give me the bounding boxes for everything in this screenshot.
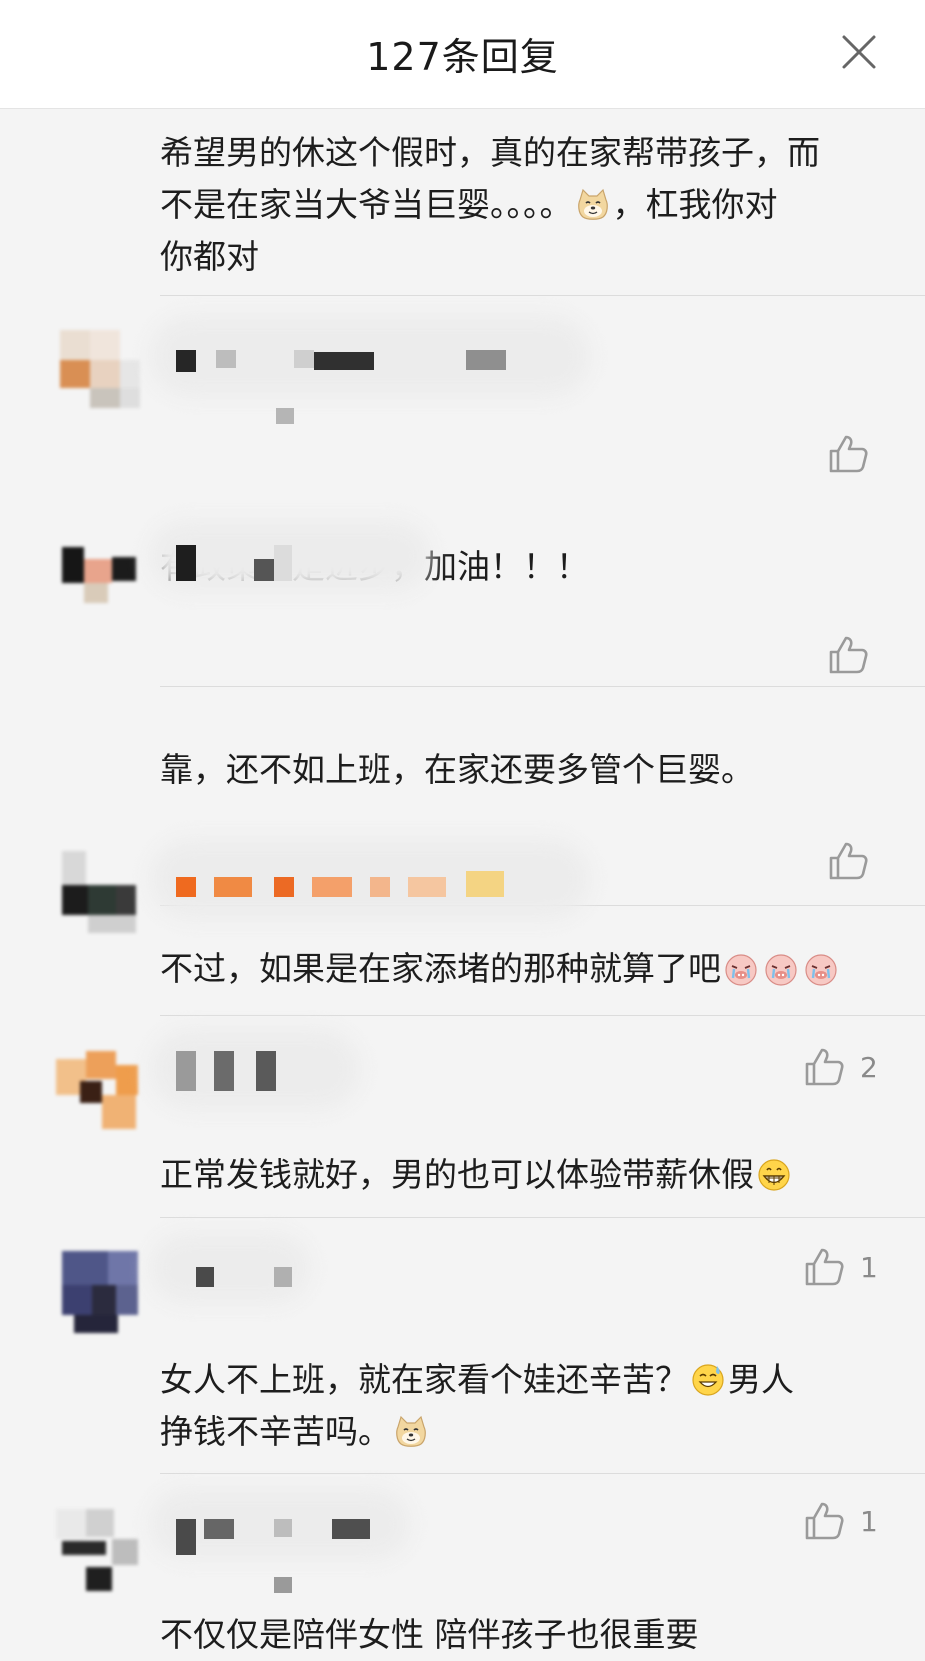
avatar[interactable] bbox=[52, 1503, 144, 1595]
thumbs-up-icon bbox=[802, 1045, 846, 1089]
comment-text-line: 你都对 bbox=[160, 237, 259, 276]
avatar[interactable] bbox=[52, 529, 144, 621]
username-blurred[interactable] bbox=[150, 316, 590, 424]
username-blurred[interactable] bbox=[150, 1227, 590, 1307]
close-icon[interactable] bbox=[840, 33, 878, 71]
username-blurred[interactable] bbox=[150, 839, 590, 919]
dialog-header: 127条回复 bbox=[0, 0, 925, 109]
divider bbox=[160, 686, 925, 687]
doge-emoji bbox=[575, 187, 611, 223]
avatar[interactable] bbox=[52, 845, 144, 937]
doge-emoji bbox=[393, 1414, 429, 1450]
username-blurred[interactable] bbox=[150, 1029, 590, 1109]
comment-text: 女人不上班，就在家看个娃还辛苦？ 男人 挣钱不辛苦吗。 bbox=[160, 1354, 880, 1458]
like-button[interactable]: 2 bbox=[802, 1045, 878, 1089]
like-count: 1 bbox=[860, 1250, 878, 1284]
username-blurred[interactable] bbox=[150, 515, 590, 595]
divider bbox=[160, 1473, 925, 1474]
thumbs-up-icon bbox=[802, 1245, 846, 1289]
divider bbox=[160, 295, 925, 296]
avatar[interactable] bbox=[52, 1247, 144, 1339]
comment-text-line: 挣钱不辛苦吗。 bbox=[160, 1406, 880, 1458]
divider bbox=[160, 1217, 925, 1218]
sweat-smile-emoji bbox=[690, 1362, 726, 1398]
avatar[interactable] bbox=[52, 324, 144, 416]
comment-text-line: 不是在家当大爷当巨婴。。。。 ，杠我你对 bbox=[160, 185, 778, 224]
reply-list: 希望男的休这个假时，真的在家帮带孩子，而 不是在家当大爷当巨婴。。。。 ，杠我你对… bbox=[0, 109, 925, 1654]
like-count: 2 bbox=[860, 1050, 878, 1084]
grin-emoji bbox=[756, 1157, 792, 1193]
comment-text: 正常发钱就好，男的也可以体验带薪休假 bbox=[160, 1149, 880, 1201]
like-button[interactable] bbox=[826, 839, 870, 883]
like-button[interactable] bbox=[826, 432, 870, 476]
crying-pig-emoji bbox=[803, 951, 839, 987]
like-button[interactable] bbox=[826, 633, 870, 677]
like-button[interactable]: 1 bbox=[802, 1245, 878, 1289]
comment-text: 不仅仅是陪伴女性 陪伴孩子也很重要 bbox=[160, 1615, 699, 1654]
divider bbox=[160, 1015, 925, 1016]
comment-text-line: 女人不上班，就在家看个娃还辛苦？ 男人 bbox=[160, 1360, 794, 1399]
like-count: 1 bbox=[860, 1504, 878, 1538]
username-blurred[interactable] bbox=[150, 1483, 590, 1593]
crying-pig-emoji bbox=[723, 951, 759, 987]
comment-text-line: 希望男的休这个假时，真的在家帮带孩子，而 bbox=[160, 133, 820, 172]
thumbs-up-icon bbox=[826, 633, 870, 677]
comment-text: 不过，如果是在家添堵的那种就算了吧 bbox=[160, 943, 880, 995]
thumbs-up-icon bbox=[826, 432, 870, 476]
avatar[interactable] bbox=[52, 1041, 144, 1133]
reply-count-title: 127条回复 bbox=[366, 35, 559, 79]
thumbs-up-icon bbox=[826, 839, 870, 883]
crying-pig-emoji bbox=[763, 951, 799, 987]
like-button[interactable]: 1 bbox=[802, 1499, 878, 1543]
comment-text: 希望男的休这个假时，真的在家帮带孩子，而 不是在家当大爷当巨婴。。。。 ，杠我你对… bbox=[160, 127, 880, 283]
thumbs-up-icon bbox=[802, 1499, 846, 1543]
comment-text: 靠，还不如上班，在家还要多管个巨婴。 bbox=[160, 750, 754, 789]
